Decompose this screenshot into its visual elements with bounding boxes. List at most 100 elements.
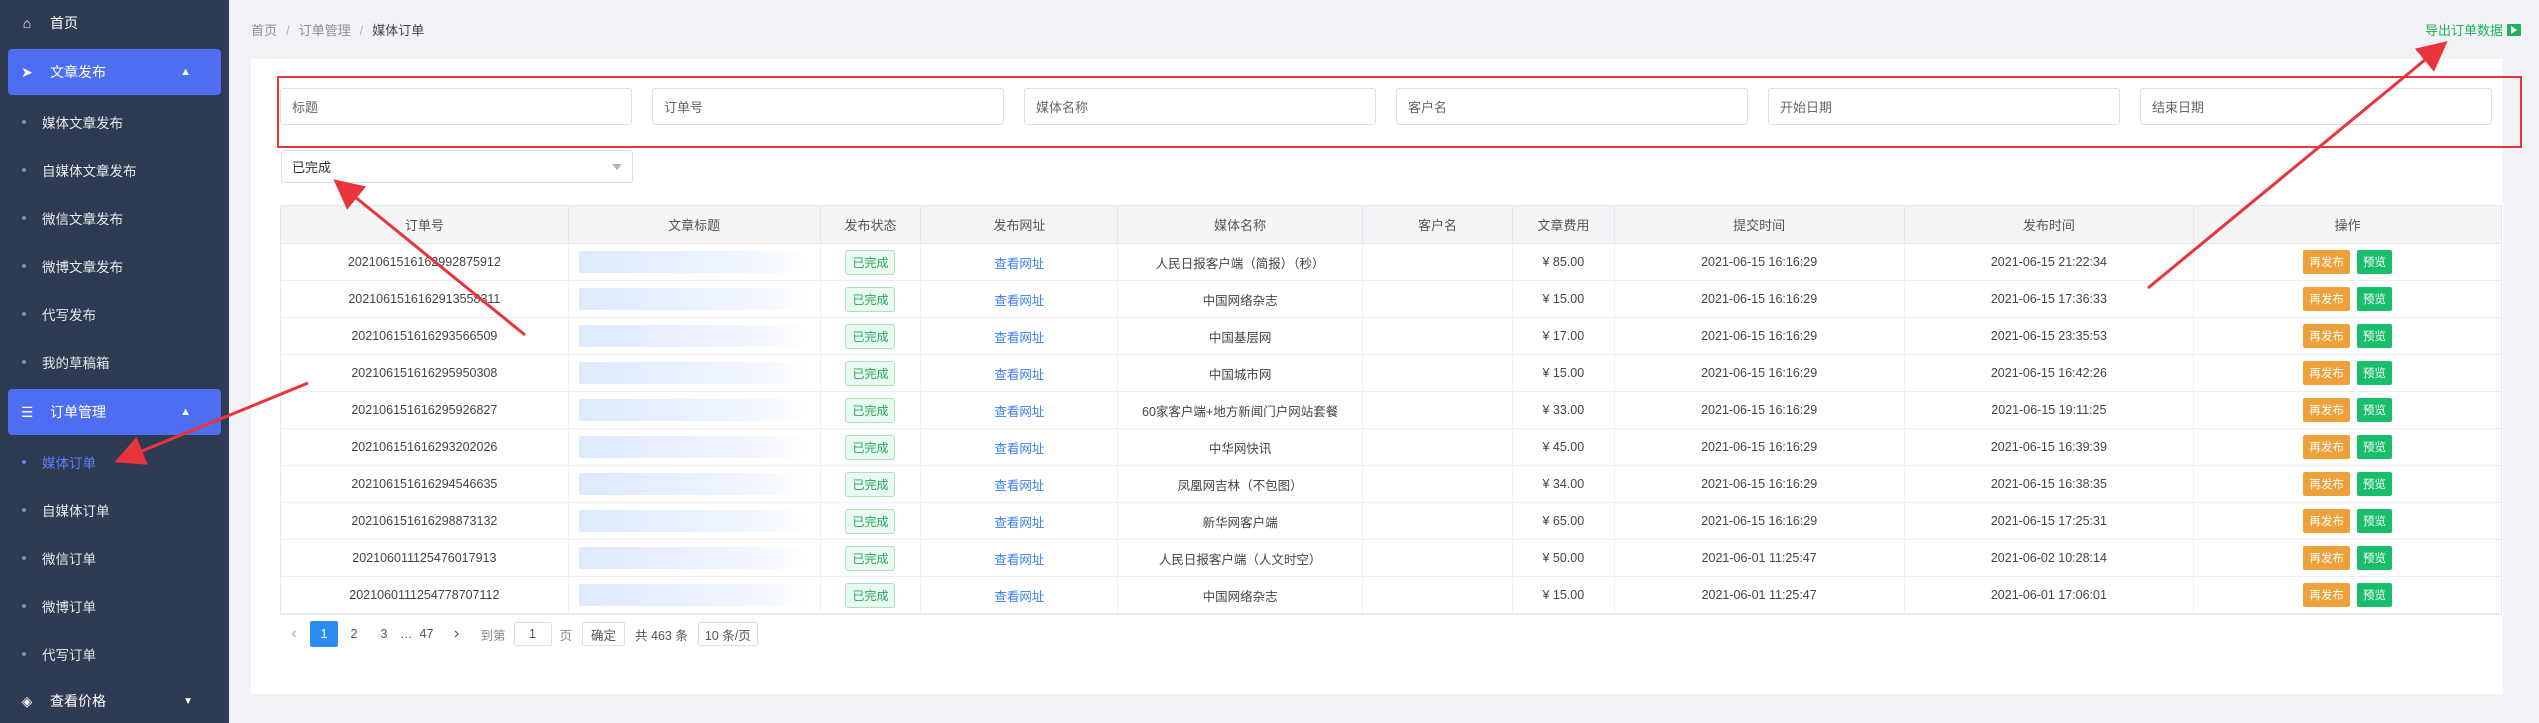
order-number: 202106151616295950308 — [281, 355, 569, 391]
republish-button[interactable]: 再发布 — [2303, 583, 2350, 607]
preview-button[interactable]: 预览 — [2356, 546, 2392, 570]
export-orders-button[interactable]: 导出订单数据 — [2425, 20, 2521, 39]
republish-button[interactable]: 再发布 — [2303, 472, 2350, 496]
sidebar-item-home[interactable]: ⌂ 首页 — [0, 0, 229, 46]
status-cell: 已完成 — [821, 503, 922, 539]
page-3[interactable]: 3 — [370, 621, 398, 647]
pagination: ‹ 1 2 3 … 47 › 到第 1 页 确定 共 463 条 10 条/页 — [280, 620, 758, 648]
total-count: 共 463 条 — [635, 628, 688, 643]
publish-time: 2021-06-15 23:35:53 — [1905, 318, 2195, 354]
preview-button[interactable]: 预览 — [2356, 398, 2392, 422]
prev-page-icon[interactable]: ‹ — [280, 621, 308, 647]
status-badge: 已完成 — [845, 545, 896, 571]
bullet-icon — [22, 312, 26, 316]
view-url-link[interactable]: 查看网址 — [994, 475, 1044, 494]
actions-cell: 再发布 预览 — [2194, 540, 2501, 576]
sidebar-item-self-media-article[interactable]: 自媒体文章发布 — [0, 146, 229, 194]
submit-time: 2021-06-01 11:25:47 — [1615, 577, 1905, 613]
status-badge: 已完成 — [845, 249, 896, 275]
bullet-icon — [22, 360, 26, 364]
blurred-title — [579, 547, 810, 569]
republish-button[interactable]: 再发布 — [2303, 324, 2350, 348]
sidebar-item-wechat-article[interactable]: 微信文章发布 — [0, 194, 229, 242]
breadcrumb-home[interactable]: 首页 — [251, 23, 277, 38]
status-select-value: 已完成 — [292, 160, 332, 175]
view-url-link[interactable]: 查看网址 — [994, 586, 1044, 605]
sidebar-group-order-manage[interactable]: ☰ 订单管理 ▲ — [8, 389, 221, 435]
submit-time: 2021-06-01 11:25:47 — [1615, 540, 1905, 576]
status-select[interactable]: 已完成 — [281, 150, 633, 183]
republish-button[interactable]: 再发布 — [2303, 287, 2350, 311]
table-row: 202106151616295926827 已完成 查看网址 60家客户端+地方新闻门… — [281, 392, 2501, 429]
page-ellipsis[interactable]: … — [400, 627, 413, 641]
republish-button[interactable]: 再发布 — [2303, 546, 2350, 570]
view-url-link[interactable]: 查看网址 — [994, 253, 1044, 272]
bullet-icon — [22, 264, 26, 268]
republish-button[interactable]: 再发布 — [2303, 250, 2350, 274]
confirm-button[interactable]: 确定 — [582, 622, 626, 646]
article-title-cell — [569, 355, 821, 391]
article-title-cell — [569, 281, 821, 317]
status-badge: 已完成 — [845, 508, 896, 534]
goto-page-input[interactable]: 1 — [513, 622, 552, 646]
list-icon: ☰ — [20, 403, 34, 420]
view-url-link[interactable]: 查看网址 — [994, 290, 1044, 309]
sidebar-item-weibo-orders[interactable]: 微博订单 — [0, 582, 229, 630]
actions-cell: 再发布 预览 — [2194, 281, 2501, 317]
breadcrumb-parent[interactable]: 订单管理 — [299, 23, 351, 38]
page-size-select[interactable]: 10 条/页 — [697, 622, 758, 646]
preview-button[interactable]: 预览 — [2356, 250, 2392, 274]
order-number: 20210615161629928759­12 — [281, 244, 569, 280]
submit-time: 2021-06-15 16:16:29 — [1615, 281, 1905, 317]
send-icon: ➤ — [21, 63, 33, 80]
sidebar-item-wechat-orders[interactable]: 微信订单 — [0, 534, 229, 582]
bullet-icon — [22, 652, 26, 656]
preview-button[interactable]: 预览 — [2356, 361, 2392, 385]
page-last[interactable]: 47 — [413, 621, 441, 647]
home-icon: ⌂ — [22, 15, 32, 31]
video-export-icon — [2507, 23, 2521, 36]
preview-button[interactable]: 预览 — [2356, 435, 2392, 459]
view-url-link[interactable]: 查看网址 — [994, 401, 1044, 420]
view-url-link[interactable]: 查看网址 — [994, 512, 1044, 531]
chevron-down-icon: ▼ — [183, 695, 193, 707]
preview-button[interactable]: 预览 — [2356, 287, 2392, 311]
page-1[interactable]: 1 — [310, 621, 338, 647]
next-page-icon[interactable]: › — [443, 621, 471, 647]
actions-cell: 再发布 预览 — [2194, 503, 2501, 539]
article-title-cell — [569, 244, 821, 280]
column-header: 文章标题 — [569, 206, 821, 243]
page-2[interactable]: 2 — [340, 621, 368, 647]
republish-button[interactable]: 再发布 — [2303, 361, 2350, 385]
republish-button[interactable]: 再发布 — [2303, 509, 2350, 533]
sidebar-item-ghostwrite-orders[interactable]: 代写订单 — [0, 630, 229, 678]
publish-time: 2021-06-15 17:25:31 — [1905, 503, 2195, 539]
republish-button[interactable]: 再发布 — [2303, 435, 2350, 459]
sidebar-item-media-orders[interactable]: 媒体订单 — [0, 438, 229, 486]
sidebar-item-weibo-article[interactable]: 微博文章发布 — [0, 242, 229, 290]
republish-button[interactable]: 再发布 — [2303, 398, 2350, 422]
view-url-link[interactable]: 查看网址 — [994, 438, 1044, 457]
preview-button[interactable]: 预览 — [2356, 509, 2392, 533]
column-header: 发布时间 — [1905, 206, 2195, 243]
publish-time: 2021-06-02 10:28:14 — [1905, 540, 2195, 576]
publish-time: 2021-06-15 16:42:26 — [1905, 355, 2195, 391]
submit-time: 2021-06-15 16:16:29 — [1615, 466, 1905, 502]
preview-button[interactable]: 预览 — [2356, 324, 2392, 348]
view-url-link[interactable]: 查看网址 — [994, 364, 1044, 383]
sidebar-item-drafts[interactable]: 我的草稿箱 — [0, 338, 229, 386]
view-url-link[interactable]: 查看网址 — [994, 549, 1044, 568]
status-badge: 已完成 — [845, 286, 896, 312]
sidebar-item-ghostwrite[interactable]: 代写发布 — [0, 290, 229, 338]
sidebar-item-media-article[interactable]: 媒体文章发布 — [0, 98, 229, 146]
sidebar-item-self-media-orders[interactable]: 自媒体订单 — [0, 486, 229, 534]
orders-table: 订单号 文章标题 发布状态 发布网址 媒体名称 客户名 文章费用 提交时间 发布时间 操作 202… — [280, 205, 2502, 615]
view-url-link[interactable]: 查看网址 — [994, 327, 1044, 346]
preview-button[interactable]: 预览 — [2356, 472, 2392, 496]
sidebar-item-label: 自媒体文章发布 — [42, 164, 137, 179]
article-fee: ¥ 15.00 — [1513, 281, 1615, 317]
preview-button[interactable]: 预览 — [2356, 583, 2392, 607]
url-cell: 查看网址 — [921, 540, 1119, 576]
sidebar-item-price[interactable]: ◈ 查看价格 ▼ — [0, 678, 229, 723]
sidebar-group-article-publish[interactable]: ➤ 文章发布 ▲ — [8, 49, 221, 95]
